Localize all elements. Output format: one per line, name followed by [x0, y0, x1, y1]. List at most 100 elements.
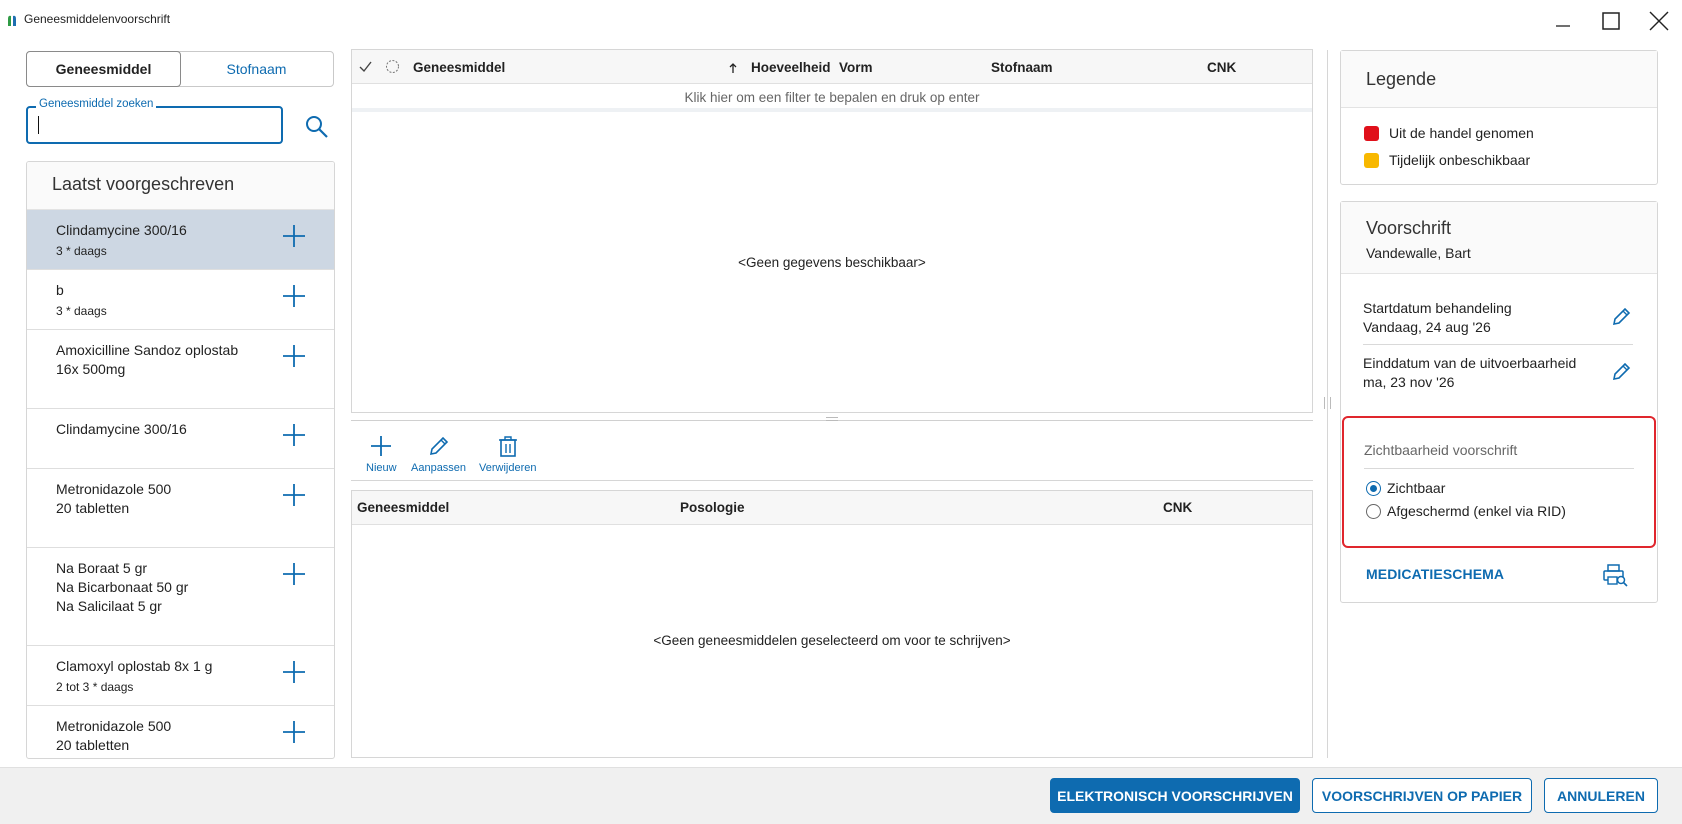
- list-item[interactable]: Clindamycine 300/16: [27, 409, 334, 469]
- list-item[interactable]: Metronidazole 500 20 tabletten: [27, 469, 334, 548]
- recent-prescriptions-panel: Laatst voorgeschreven Clindamycine 300/1…: [26, 161, 335, 759]
- tab-geneesmiddel[interactable]: Geneesmiddel: [26, 51, 181, 87]
- legend-label: Tijdelijk onbeschikbaar: [1389, 152, 1531, 168]
- splitter-grip-icon[interactable]: [1324, 397, 1331, 409]
- list-item[interactable]: Clamoxyl oplostab 8x 1 g 2 tot 3 * daags: [27, 646, 334, 706]
- prescription-title: Voorschrift: [1366, 218, 1452, 238]
- patient-name: Vandewalle, Bart: [1366, 245, 1471, 261]
- radio-zichtbaar[interactable]: Zichtbaar: [1366, 480, 1445, 496]
- list-item[interactable]: Amoxicilline Sandoz oplostab 16x 500mg: [27, 330, 334, 409]
- search-field[interactable]: Geneesmiddel zoeken: [26, 98, 283, 144]
- item-posology: 2 tot 3 * daags: [56, 680, 134, 694]
- column-posologie[interactable]: Posologie: [680, 500, 745, 515]
- item-name: Metronidazole 500 20 tabletten: [56, 481, 172, 516]
- pencil-icon[interactable]: [1611, 360, 1633, 382]
- minimize-icon: [1556, 25, 1570, 27]
- divider: [1364, 468, 1634, 469]
- plus-icon[interactable]: [282, 284, 306, 308]
- list-item[interactable]: Metronidazole 500 20 tabletten: [27, 706, 334, 758]
- window-title: Geneesmiddelenvoorschrift: [24, 12, 171, 26]
- red-swatch-icon: [1364, 125, 1379, 141]
- maximize-button[interactable]: [1588, 6, 1634, 36]
- plus-icon[interactable]: [282, 660, 306, 684]
- plus-icon[interactable]: [282, 344, 306, 368]
- selected-medication-grid: Geneesmiddel Posologie CNK <Geen geneesm…: [351, 490, 1313, 758]
- splitter-grip-icon[interactable]: [826, 417, 838, 421]
- checkmark-icon[interactable]: [358, 60, 372, 74]
- edit-button[interactable]: Aanpassen: [411, 434, 466, 474]
- close-icon: [1649, 11, 1669, 31]
- results-grid-header: Geneesmiddel Hoeveelheid Vorm Stofnaam C…: [352, 50, 1312, 84]
- delete-button[interactable]: Verwijderen: [479, 434, 536, 474]
- plus-icon[interactable]: [282, 483, 306, 507]
- sort-ascending-icon: [729, 63, 737, 73]
- start-date-row: Startdatum behandeling Vandaag, 24 aug '…: [1363, 299, 1633, 337]
- plus-icon[interactable]: [282, 423, 306, 447]
- radio-afgeschermd[interactable]: Afgeschermd (enkel via RID): [1366, 503, 1566, 519]
- column-vorm[interactable]: Vorm: [839, 60, 873, 75]
- tab-stofnaam[interactable]: Stofnaam: [180, 52, 333, 86]
- selected-empty-message: <Geen geneesmiddelen geselecteerd om voo…: [653, 633, 1011, 648]
- plus-icon[interactable]: [282, 224, 306, 248]
- selected-grid-header: Geneesmiddel Posologie CNK: [352, 491, 1312, 525]
- column-geneesmiddel[interactable]: Geneesmiddel: [413, 60, 505, 75]
- plus-icon: [371, 436, 392, 456]
- end-date-value: ma, 23 nov '26: [1363, 374, 1455, 390]
- results-empty-message: <Geen gegevens beschikbaar>: [738, 255, 926, 270]
- search-icon[interactable]: [304, 114, 330, 140]
- radio-label: Afgeschermd (enkel via RID): [1387, 503, 1566, 519]
- start-date-value: Vandaag, 24 aug '26: [1363, 319, 1491, 335]
- filter-row[interactable]: Klik hier om een filter te bepalen en dr…: [352, 84, 1312, 112]
- delete-label: Verwijderen: [479, 462, 537, 474]
- search-label: Geneesmiddel zoeken: [36, 98, 157, 110]
- column-cnk[interactable]: CNK: [1207, 60, 1236, 75]
- radio-checked-icon: [1366, 480, 1381, 496]
- new-button[interactable]: Nieuw: [366, 434, 397, 474]
- plus-icon[interactable]: [282, 562, 306, 586]
- trash-icon: [498, 436, 517, 457]
- radio-label: Zichtbaar: [1387, 480, 1446, 496]
- end-date-label: Einddatum van de uitvoerbaarheid: [1363, 355, 1577, 371]
- pencil-icon[interactable]: [1611, 305, 1633, 327]
- start-date-label: Startdatum behandeling: [1363, 300, 1512, 316]
- column-cnk[interactable]: CNK: [1163, 500, 1192, 515]
- print-preview-icon[interactable]: [1602, 563, 1628, 587]
- prescription-header: Voorschrift Vandewalle, Bart: [1341, 202, 1657, 274]
- close-button[interactable]: [1636, 6, 1682, 36]
- divider: [351, 480, 1313, 481]
- maximize-icon: [1602, 12, 1620, 30]
- select-all-circle-icon[interactable]: [385, 59, 400, 74]
- list-item[interactable]: Na Boraat 5 gr Na Bicarbonaat 50 gr Na S…: [27, 548, 334, 646]
- column-stofnaam[interactable]: Stofnaam: [991, 60, 1053, 75]
- end-date-row: Einddatum van de uitvoerbaarheid ma, 23 …: [1363, 354, 1633, 392]
- column-hoeveelheid[interactable]: Hoeveelheid: [751, 60, 831, 75]
- paper-prescribe-button[interactable]: VOORSCHRIJVEN OP PAPIER: [1312, 778, 1532, 813]
- divider: [1363, 344, 1633, 345]
- item-name: Amoxicilline Sandoz oplostab 16x 500mg: [56, 342, 239, 377]
- recent-title: Laatst voorgeschreven: [27, 162, 334, 210]
- edit-label: Aanpassen: [411, 462, 467, 474]
- medication-schema-link[interactable]: MEDICATIESCHEMA: [1366, 566, 1504, 582]
- minimize-button[interactable]: [1540, 6, 1586, 36]
- legend-card: Legende Uit de handel genomen Tijdelijk …: [1340, 50, 1658, 185]
- list-item[interactable]: b 3 * daags: [27, 270, 334, 330]
- search-input[interactable]: [34, 114, 264, 136]
- column-geneesmiddel[interactable]: Geneesmiddel: [357, 500, 449, 515]
- legend-item: Tijdelijk onbeschikbaar: [1364, 152, 1530, 168]
- legend-label: Uit de handel genomen: [1389, 125, 1534, 141]
- item-posology: 3 * daags: [56, 244, 107, 258]
- visibility-section: Zichtbaarheid voorschrift Zichtbaar Afge…: [1342, 416, 1656, 548]
- pencil-icon: [429, 436, 448, 456]
- electronic-prescribe-button[interactable]: ELEKTRONISCH VOORSCHRIJVEN: [1050, 778, 1300, 813]
- list-item[interactable]: Clindamycine 300/16 3 * daags: [27, 210, 334, 270]
- new-label: Nieuw: [366, 462, 397, 474]
- item-name: Clamoxyl oplostab 8x 1 g: [56, 658, 213, 674]
- title-bar: Geneesmiddelenvoorschrift: [0, 0, 1682, 40]
- item-name: Clindamycine 300/16: [56, 421, 187, 437]
- results-grid: Geneesmiddel Hoeveelheid Vorm Stofnaam C…: [351, 49, 1313, 413]
- item-posology: 3 * daags: [56, 304, 107, 318]
- cancel-button[interactable]: ANNULEREN: [1544, 778, 1658, 813]
- item-name: b: [56, 282, 64, 298]
- yellow-swatch-icon: [1364, 152, 1379, 168]
- plus-icon[interactable]: [282, 720, 306, 744]
